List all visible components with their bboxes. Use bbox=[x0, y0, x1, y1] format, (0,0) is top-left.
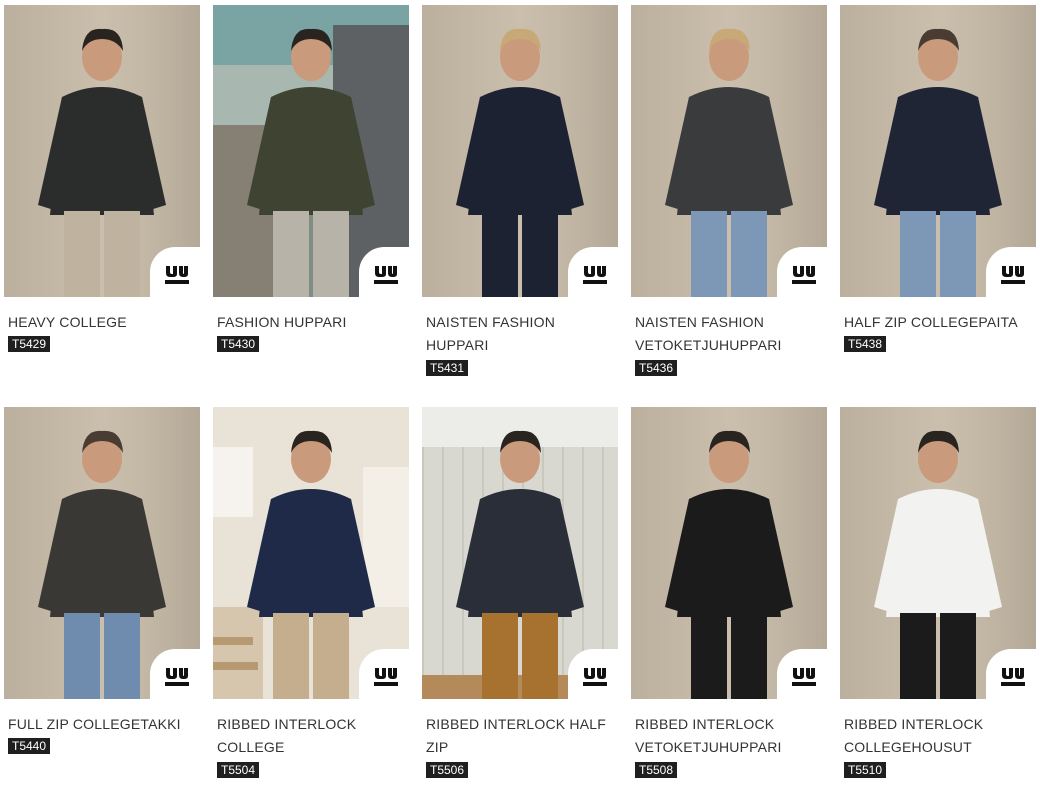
product-name[interactable]: RIBBED INTERLOCK HALF ZIP bbox=[426, 713, 616, 759]
product-image[interactable] bbox=[840, 407, 1036, 699]
brand-logo-badge bbox=[359, 247, 409, 297]
brand-logo-icon bbox=[571, 250, 615, 294]
brand-logo-icon bbox=[780, 250, 824, 294]
brand-logo-icon bbox=[989, 652, 1033, 696]
brand-logo-badge bbox=[568, 649, 618, 699]
product-name[interactable]: RIBBED INTERLOCK COLLEGEHOUSUT bbox=[844, 713, 1034, 759]
brand-logo-badge bbox=[777, 247, 827, 297]
product-code-badge: T5430 bbox=[217, 336, 260, 352]
product-code-badge: T5429 bbox=[8, 336, 51, 352]
product-image[interactable] bbox=[840, 5, 1036, 297]
product-image[interactable] bbox=[422, 407, 618, 699]
product-image[interactable] bbox=[213, 5, 409, 297]
brand-logo-badge bbox=[568, 247, 618, 297]
product-code-badge: T5506 bbox=[426, 762, 469, 778]
product-code-badge: T5510 bbox=[844, 762, 887, 778]
brand-logo-icon bbox=[362, 250, 406, 294]
product-name[interactable]: RIBBED INTERLOCK VETOKETJUHUPPARI bbox=[635, 713, 825, 759]
brand-logo-badge bbox=[359, 649, 409, 699]
product-name[interactable]: HEAVY COLLEGE bbox=[8, 311, 198, 334]
brand-logo-icon bbox=[989, 250, 1033, 294]
brand-logo-icon bbox=[571, 652, 615, 696]
product-code-badge: T5440 bbox=[8, 738, 51, 754]
product-image[interactable] bbox=[4, 5, 200, 297]
brand-logo-badge bbox=[986, 649, 1036, 699]
product-image[interactable] bbox=[213, 407, 409, 699]
product-image[interactable] bbox=[631, 407, 827, 699]
product-code-badge: T5508 bbox=[635, 762, 678, 778]
brand-logo-badge bbox=[150, 247, 200, 297]
brand-logo-icon bbox=[153, 652, 197, 696]
product-code-badge: T5431 bbox=[426, 360, 469, 376]
product-name[interactable]: HALF ZIP COLLEGEPAITA bbox=[844, 311, 1034, 334]
brand-logo-badge bbox=[986, 247, 1036, 297]
brand-logo-icon bbox=[362, 652, 406, 696]
product-image[interactable] bbox=[631, 5, 827, 297]
product-name[interactable]: FASHION HUPPARI bbox=[217, 311, 407, 334]
product-name[interactable]: FULL ZIP COLLEGETAKKI bbox=[8, 713, 198, 736]
brand-logo-badge bbox=[777, 649, 827, 699]
brand-logo-badge bbox=[150, 649, 200, 699]
product-name[interactable]: RIBBED INTERLOCK COLLEGE bbox=[217, 713, 407, 759]
product-image[interactable] bbox=[422, 5, 618, 297]
product-grid: HEAVY COLLEGE T5429 FASHION HUPPARI T5430 bbox=[0, 0, 1042, 785]
brand-logo-icon bbox=[153, 250, 197, 294]
brand-logo-icon bbox=[780, 652, 824, 696]
product-image[interactable] bbox=[4, 407, 200, 699]
product-code-badge: T5438 bbox=[844, 336, 887, 352]
product-code-badge: T5436 bbox=[635, 360, 678, 376]
product-name[interactable]: NAISTEN FASHION HUPPARI bbox=[426, 311, 616, 357]
product-code-badge: T5504 bbox=[217, 762, 260, 778]
product-name[interactable]: NAISTEN FASHION VETOKETJUHUPPARI bbox=[635, 311, 825, 357]
